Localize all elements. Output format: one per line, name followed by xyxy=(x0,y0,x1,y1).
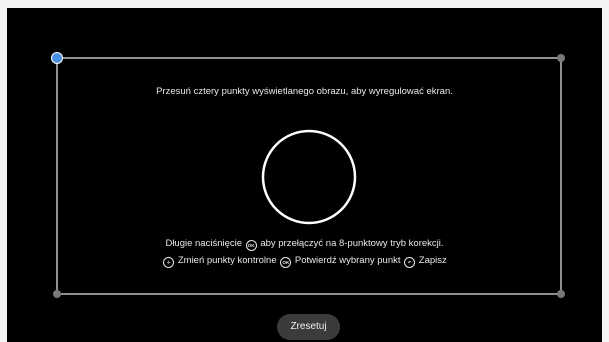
control-point-top-right[interactable] xyxy=(557,54,565,62)
control-point-bottom-right[interactable] xyxy=(557,290,565,298)
help-switch-mode-text: aby przełączyć na 8-punktowy tryb korekc… xyxy=(260,238,444,249)
center-circle xyxy=(261,129,357,225)
help-change-points-text: Zmień punkty kontrolne xyxy=(177,255,277,266)
correction-overlay xyxy=(51,52,565,298)
help-line-controls: ✛ Zmień punkty kontrolne OK Potwierdź wy… xyxy=(0,255,609,268)
navigate-icon: ✛ xyxy=(163,257,175,268)
instruction-text: Przesuń cztery punkty wyświetlanego obra… xyxy=(156,86,453,97)
control-point-top-left[interactable] xyxy=(51,52,63,64)
help-line-long-press: Długie naciśnięcie OK aby przełączyć na … xyxy=(0,238,609,251)
ok-button-icon: OK xyxy=(280,257,292,268)
help-long-press-text: Długie naciśnięcie xyxy=(165,238,243,249)
control-point-bottom-left[interactable] xyxy=(53,290,61,298)
back-save-icon: ↶ xyxy=(404,257,416,268)
help-save-text: Zapisz xyxy=(418,255,447,266)
ok-button-icon: OK xyxy=(245,240,257,251)
reset-button[interactable]: Zresetuj xyxy=(277,314,340,340)
help-confirm-text: Potwierdź wybrany punkt xyxy=(294,255,401,266)
